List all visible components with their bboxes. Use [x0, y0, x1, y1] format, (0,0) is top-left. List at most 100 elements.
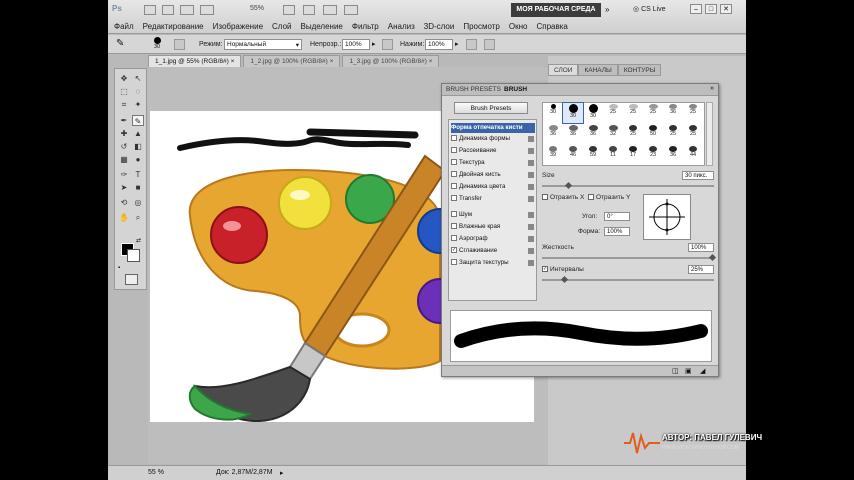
tab-doc-2[interactable]: 1_2.jpg @ 100% (RGB/8#) × — [243, 55, 341, 67]
size-input[interactable]: 30 пикс. — [682, 171, 714, 180]
tab-layers[interactable]: СЛОИ — [548, 64, 579, 76]
tab-channels[interactable]: КАНАЛЫ — [578, 64, 618, 76]
hardness-slider[interactable] — [542, 257, 714, 259]
rotate-view-icon[interactable] — [303, 5, 315, 15]
option-airbrush[interactable]: Аэрограф — [451, 234, 535, 244]
brush-tip[interactable]: 36 — [563, 124, 583, 144]
arrange-documents-icon[interactable] — [323, 5, 337, 15]
hardness-input[interactable]: 100% — [688, 243, 714, 252]
option-wet-edges[interactable]: Влажные края — [451, 222, 535, 232]
status-menu-arrow-icon[interactable]: ▸ — [280, 469, 284, 477]
new-preset-icon[interactable]: ▣ — [685, 367, 692, 375]
resize-grip-icon[interactable]: ◢ — [700, 367, 705, 375]
angle-roundness-widget[interactable] — [643, 194, 691, 240]
minimize-button[interactable]: – — [690, 4, 702, 14]
maximize-button[interactable]: □ — [705, 4, 717, 14]
spacing-input[interactable]: 25% — [688, 265, 714, 274]
menu-view[interactable]: Просмотр — [463, 22, 500, 31]
lock-icon[interactable] — [528, 184, 534, 190]
brush-tip[interactable]: 39 — [543, 145, 563, 165]
checkbox[interactable] — [451, 183, 457, 190]
workspace-more-icon[interactable]: » — [605, 5, 609, 14]
option-shape-dynamics[interactable]: Динамика формы — [451, 134, 535, 144]
tab-doc-1[interactable]: 1_1.jpg @ 55% (RGB/8#) × — [148, 55, 242, 67]
option-protect-texture[interactable]: Защита текстуры — [451, 258, 535, 268]
checkbox[interactable] — [451, 211, 457, 218]
panel-collapse-icon[interactable]: » — [710, 85, 714, 92]
clone-stamp-icon[interactable]: ▲ — [132, 128, 144, 139]
spacing-checkbox[interactable]: ✓ Интервалы — [542, 266, 584, 273]
menu-select[interactable]: Выделение — [300, 22, 342, 31]
brush-tool-preset-icon[interactable]: ✎ — [116, 38, 124, 49]
airbrush-icon[interactable] — [466, 39, 477, 50]
angle-input[interactable]: 0° — [604, 212, 630, 221]
quick-mask-icon[interactable] — [125, 274, 138, 285]
menu-window[interactable]: Окно — [509, 22, 528, 31]
3d-orbit-icon[interactable]: ◎ — [132, 197, 144, 208]
move-tool-icon[interactable]: ✥ — [118, 73, 130, 84]
checkbox[interactable] — [451, 159, 457, 166]
healing-tool-icon[interactable]: ✚ — [118, 128, 130, 139]
lock-icon[interactable] — [528, 136, 534, 142]
tab-brush-presets[interactable]: BRUSH PRESETS — [446, 86, 501, 93]
hand-tool-icon[interactable]: ✋ — [118, 212, 130, 223]
checkbox[interactable] — [451, 195, 457, 202]
extras-icon[interactable] — [180, 5, 194, 15]
lock-icon[interactable] — [528, 260, 534, 266]
move-arrow-icon[interactable]: ↖ — [132, 73, 144, 84]
tab-doc-3[interactable]: 1_3.jpg @ 100% (RGB/8#) × — [342, 55, 440, 67]
option-brush-tip-shape[interactable]: Форма отпечатка кисти — [451, 123, 535, 133]
option-dual-brush[interactable]: Двойная кисть — [451, 170, 535, 180]
size-pressure-icon[interactable] — [484, 39, 495, 50]
hardness-slider-knob[interactable] — [708, 253, 717, 262]
history-brush-icon[interactable]: ↺ — [118, 141, 130, 152]
spacing-slider-knob[interactable] — [560, 275, 569, 284]
opacity-slider-arrow-icon[interactable]: ▸ — [372, 40, 376, 48]
brush-tip[interactable]: 23 — [643, 145, 663, 165]
brush-tip[interactable]: 44 — [683, 145, 703, 165]
roundness-input[interactable]: 100% — [604, 227, 630, 236]
lock-icon[interactable] — [528, 160, 534, 166]
brush-tip[interactable]: 36 — [543, 124, 563, 144]
mini-bridge-icon[interactable] — [162, 5, 174, 15]
brush-tip[interactable]: 25 — [623, 103, 643, 123]
opacity-pressure-icon[interactable] — [382, 39, 393, 50]
checkbox[interactable] — [451, 235, 457, 242]
shape-tool-icon[interactable]: ■ — [132, 182, 144, 193]
brush-tip[interactable]: 30 — [583, 103, 603, 123]
zoom-tool-icon[interactable]: ⌕ — [132, 212, 144, 223]
opacity-input[interactable]: 100% — [342, 39, 370, 50]
brush-tip[interactable]: 30 — [543, 103, 563, 123]
workspace-button[interactable]: МОЯ РАБОЧАЯ СРЕДА — [511, 3, 601, 17]
brush-tip[interactable]: 25 — [683, 124, 703, 144]
lock-icon[interactable] — [528, 148, 534, 154]
menu-help[interactable]: Справка — [536, 22, 567, 31]
zoom-readout[interactable]: 55% — [250, 5, 264, 12]
brush-tip[interactable]: 25 — [643, 103, 663, 123]
option-noise[interactable]: Шум — [451, 210, 535, 220]
brush-tip[interactable]: 32 — [603, 124, 623, 144]
brush-tool-icon[interactable]: ✎ — [132, 115, 144, 126]
lasso-tool-icon[interactable]: ◌ — [132, 86, 144, 97]
path-selection-icon[interactable]: ➤ — [118, 182, 130, 193]
menu-analysis[interactable]: Анализ — [388, 22, 415, 31]
crop-tool-icon[interactable]: ⌗ — [118, 99, 130, 110]
lock-icon[interactable] — [528, 236, 534, 242]
brush-tip[interactable]: 36 — [663, 103, 683, 123]
eraser-tool-icon[interactable]: ◧ — [132, 141, 144, 152]
bridge-icon[interactable] — [144, 5, 156, 15]
brush-presets-button[interactable]: Brush Presets — [454, 102, 528, 114]
checkbox[interactable]: ✓ — [451, 247, 457, 254]
brush-tip[interactable]: 11 — [603, 145, 623, 165]
gradient-tool-icon[interactable]: ▦ — [118, 154, 130, 165]
toggle-brush-panel-icon[interactable] — [174, 39, 185, 50]
menu-image[interactable]: Изображение — [213, 22, 263, 31]
toggle-live-tip-icon[interactable]: ◫ — [672, 367, 679, 375]
mode-select[interactable]: Нормальный ▾ — [224, 39, 302, 50]
pen-tool-icon[interactable]: ✑ — [118, 169, 130, 180]
tips-scrollbar[interactable] — [706, 102, 713, 166]
marquee-tool-icon[interactable]: ⬚ — [118, 86, 130, 97]
checkbox[interactable] — [451, 259, 457, 266]
checkbox[interactable] — [451, 223, 457, 230]
brush-tip[interactable]: 25 — [603, 103, 623, 123]
